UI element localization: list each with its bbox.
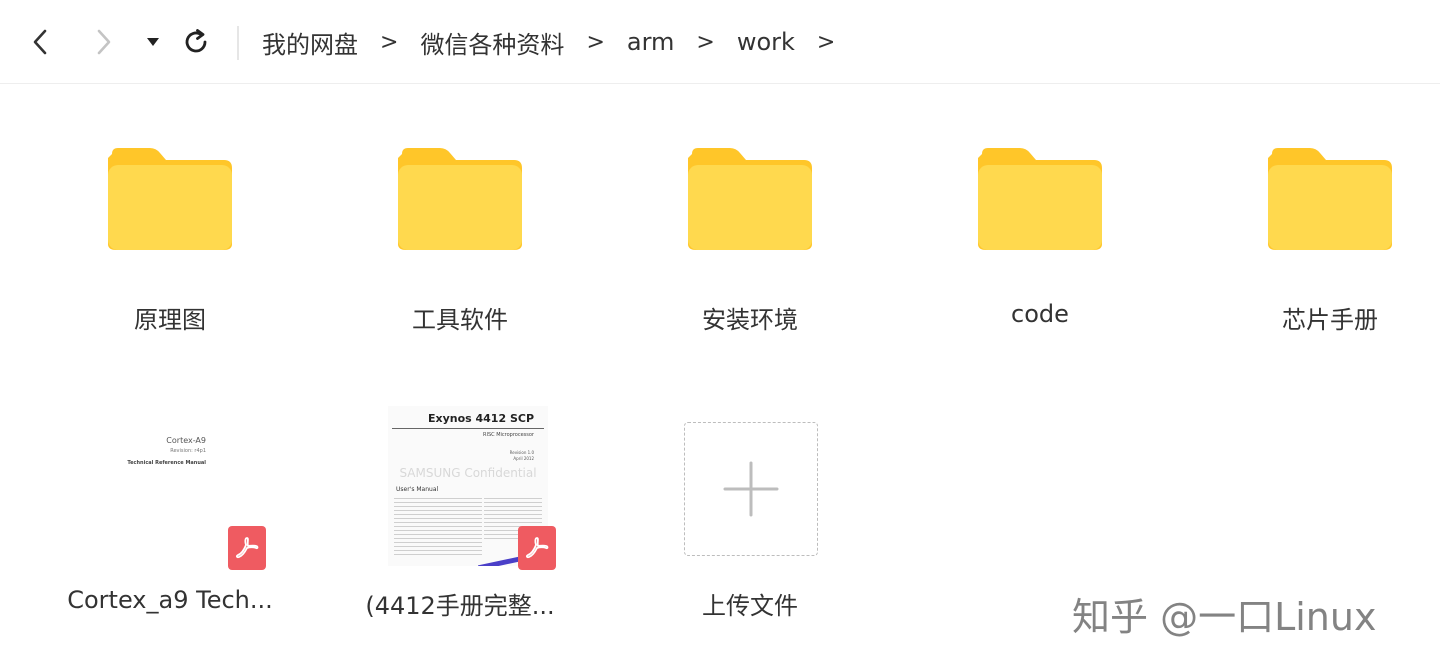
folder-label: 原理图 xyxy=(134,306,206,334)
breadcrumb: 我的网盘 > 微信各种资料 > arm > work > xyxy=(262,0,857,84)
folder-label: code xyxy=(1011,300,1069,328)
folder-item-tools[interactable]: 工具软件 xyxy=(350,146,570,346)
thumbnail-text: User's Manual xyxy=(396,486,439,493)
file-grid: 原理图 工具软件 安装环境 code 芯片手册 Cortex-A9 Revisi… xyxy=(0,84,1440,667)
document-thumbnail: Cortex-A9 Revision: r4p1 Technical Refer… xyxy=(114,414,246,554)
file-label: (4412手册完整... xyxy=(365,592,555,620)
thumbnail-text: April 2012 xyxy=(513,456,534,461)
breadcrumb-item-arm[interactable]: arm xyxy=(627,28,675,56)
thumbnail-text: Cortex-A9 xyxy=(166,436,206,445)
refresh-button[interactable] xyxy=(176,22,216,62)
folder-item-chip-manuals[interactable]: 芯片手册 xyxy=(1220,146,1440,346)
folder-icon xyxy=(398,148,522,250)
file-item-4412-manual[interactable]: Exynos 4412 SCP RISC Microprocessor Revi… xyxy=(350,406,570,624)
toolbar: 我的网盘 > 微信各种资料 > arm > work > xyxy=(0,0,1440,84)
breadcrumb-separator: > xyxy=(816,29,836,55)
pdf-icon xyxy=(236,537,259,559)
thumbnail-text: RISC Microprocessor xyxy=(483,432,534,438)
forward-button[interactable] xyxy=(86,22,122,62)
folder-item-environment[interactable]: 安装环境 xyxy=(640,146,860,346)
thumbnail-body-text xyxy=(394,498,482,556)
folder-item-schematics[interactable]: 原理图 xyxy=(60,146,280,346)
folder-icon xyxy=(108,148,232,250)
folder-label: 工具软件 xyxy=(412,306,508,334)
upload-dropzone[interactable] xyxy=(684,422,818,556)
thumbnail-text: SAMSUNG Confidential xyxy=(399,466,537,480)
pdf-icon xyxy=(526,537,549,559)
folder-icon xyxy=(688,148,812,250)
pdf-badge xyxy=(228,526,266,570)
upload-file-tile[interactable]: 上传文件 xyxy=(640,414,860,624)
breadcrumb-separator: > xyxy=(586,29,605,55)
forward-arrow-icon xyxy=(97,29,111,55)
upload-label: 上传文件 xyxy=(702,592,798,620)
back-arrow-icon xyxy=(33,29,47,55)
thumbnail-text: Exynos 4412 SCP xyxy=(427,412,534,425)
thumbnail-rule xyxy=(392,428,544,429)
toolbar-divider xyxy=(237,26,239,60)
folder-label: 芯片手册 xyxy=(1282,306,1378,334)
back-button[interactable] xyxy=(22,22,58,62)
breadcrumb-item-wechat-materials[interactable]: 微信各种资料 xyxy=(420,25,564,60)
history-dropdown-icon xyxy=(147,38,159,46)
refresh-icon xyxy=(185,29,207,53)
file-item-cortex-a9[interactable]: Cortex-A9 Revision: r4p1 Technical Refer… xyxy=(60,414,280,624)
thumbnail-text: Technical Reference Manual xyxy=(127,460,206,466)
breadcrumb-item-work[interactable]: work xyxy=(737,28,795,56)
folder-label: 安装环境 xyxy=(702,306,798,334)
pdf-badge xyxy=(518,526,556,570)
file-label: Cortex_a9 Tech... xyxy=(67,586,273,614)
thumbnail-text: Revision: r4p1 xyxy=(170,448,206,454)
breadcrumb-item-my-drive[interactable]: 我的网盘 xyxy=(262,25,358,60)
plus-icon xyxy=(723,461,779,517)
breadcrumb-separator: > xyxy=(380,29,399,55)
folder-item-code[interactable]: code xyxy=(930,146,1150,346)
watermark: 知乎 @一口Linux xyxy=(1072,595,1377,639)
folder-icon xyxy=(1268,148,1392,250)
folder-icon xyxy=(978,148,1102,250)
thumbnail-text: Revision 1.0 xyxy=(509,450,534,455)
history-dropdown-button[interactable] xyxy=(140,22,166,62)
breadcrumb-separator: > xyxy=(696,29,715,55)
